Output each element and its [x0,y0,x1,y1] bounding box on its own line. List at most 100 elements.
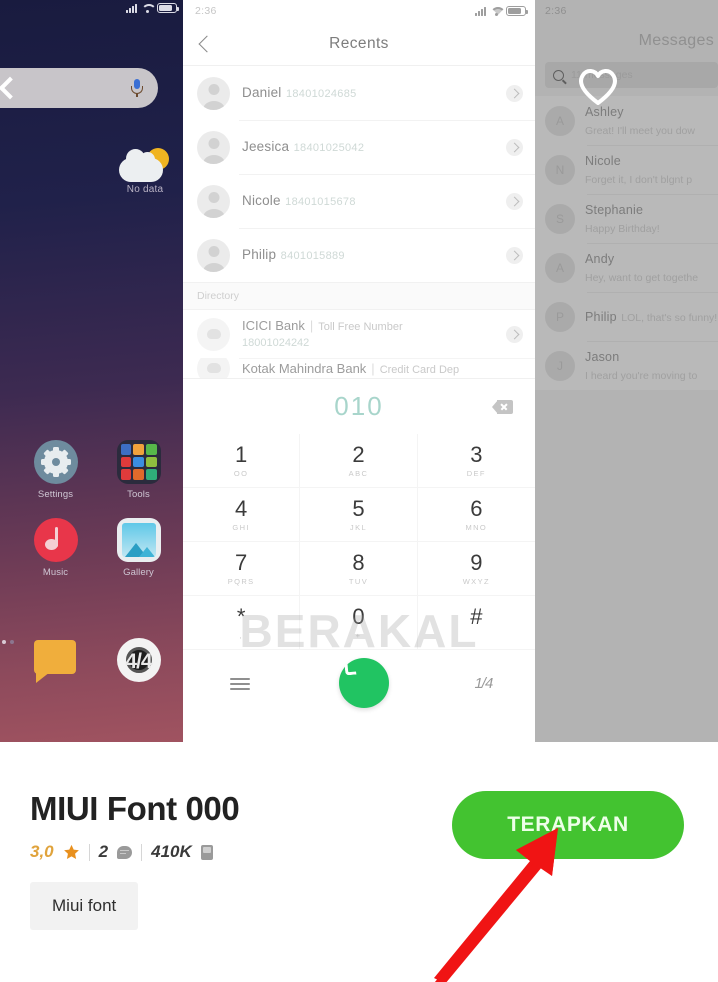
key-digit: 5 [352,495,365,521]
dialer-header: Recents [183,22,535,66]
tag-chip[interactable]: Miui font [30,882,139,930]
dialed-number: 010 [334,391,384,421]
dialpad-key-4[interactable]: 4 GHI [183,488,301,542]
org-title-row: ICICI Bank | Toll Free Number [242,318,506,333]
org-name: Kotak Mahindra Bank [242,360,367,376]
meta-row: 3,0 2 410K [30,842,213,862]
hamburger-menu-icon[interactable] [226,671,254,695]
dialpad-key-hash[interactable]: # [417,596,535,650]
list-item[interactable]: ICICI Bank | Toll Free Number 1800102424… [183,310,535,358]
screenshot-root: No data Settings Tools Music Gallery 4/4… [0,0,718,982]
message-thread-list: A Ashley Great! I'll meet you dow N Nico… [535,96,718,390]
list-item[interactable]: P Philip LOL, that's so funny! [535,292,718,341]
dialer-status-bar: 2:36 [183,0,535,22]
key-digit: 3 [470,441,483,467]
dialpad-key-0[interactable]: 0 + [300,596,418,650]
page-title: MIUI Font 000 [30,790,240,827]
dialed-number-display: 010 [183,378,535,434]
avatar: J [545,350,575,381]
dialpad-key-9[interactable]: 9 WXYZ [417,542,535,596]
list-item[interactable]: N Nicole Forget it, I don't blgnt p [535,145,718,194]
signal-icon [475,6,486,16]
list-item[interactable]: A Andy Hey, want to get togethe [535,243,718,292]
messages-panel: 2:36 Messages 11 messages A Ashley Great… [535,0,718,742]
app-gallery[interactable]: Gallery [97,518,180,578]
chevron-right-icon[interactable] [506,138,523,156]
avatar: P [545,301,575,332]
app-row-2: Music Gallery [0,518,183,596]
home-app-grid: Settings Tools Music Gallery 4/4 [0,440,183,705]
back-button[interactable] [195,35,213,53]
app-camera[interactable]: 4/4 [97,638,180,687]
recents-list: Daniel 18401024685 Jeesica 18401025042 N… [183,66,535,282]
key-letters: DEF [466,468,486,478]
list-item[interactable]: Philip 8401015889 [183,228,535,282]
wifi-icon [141,4,153,13]
message-bubble-icon [33,638,78,683]
backspace-icon[interactable] [492,399,513,414]
apply-button[interactable]: TERAPKAN [452,791,684,859]
battery-icon [506,6,528,16]
app-row-1: Settings Tools [0,440,183,518]
messages-header: Messages [535,22,718,60]
camera-overlay-count: 4/4 [125,650,152,673]
chevron-left-icon[interactable] [0,78,16,98]
org-number: 18001024242 [242,336,310,349]
app-tools[interactable]: Tools [97,440,180,500]
home-search-bar[interactable] [0,68,158,108]
org-kind: Toll Free Number [318,320,403,333]
contact-name: Jeesica [242,139,290,154]
key-digit: # [470,603,483,629]
thread-preview: LOL, that's so funny! [621,311,718,324]
thread-preview: Happy Birthday! [585,222,660,235]
divider [141,843,143,861]
chevron-right-icon[interactable] [506,325,523,343]
key-letters: ABC [348,468,369,478]
key-digit: 6 [470,495,483,521]
microphone-icon[interactable] [130,78,144,98]
list-item[interactable]: J Jason I heard you're moving to [535,341,718,390]
dialpad-key-1[interactable]: 1 OO [183,434,301,488]
messages-status-bar: 2:36 [535,0,718,22]
dialpad-key-star[interactable]: * , [183,596,301,650]
list-item[interactable]: Jeesica 18401025042 [183,120,535,174]
list-item[interactable]: Daniel 18401024685 [183,66,535,120]
app-settings[interactable]: Settings [14,440,97,500]
thread-name: Philip [585,309,617,324]
list-item[interactable]: Kotak Mahindra Bank | Credit Card Dep [183,358,535,378]
key-digit: 0 [352,603,365,629]
camera-icon: 4/4 [116,638,161,682]
partly-cloudy-icon [119,148,171,182]
weather-widget[interactable]: No data [110,148,180,195]
chevron-right-icon[interactable] [506,84,523,102]
dialpad-key-5[interactable]: 5 JKL [300,488,418,542]
dialpad-key-3[interactable]: 3 DEF [417,434,535,488]
dialpad-key-6[interactable]: 6 MNO [417,488,535,542]
search-input[interactable]: 11 messages [545,62,718,88]
dialpad-key-2[interactable]: 2 ABC [300,434,418,488]
org-avatar [197,317,230,351]
list-item[interactable]: Nicole 18401015678 [183,174,535,228]
org-kind: Credit Card Dep [379,363,460,376]
avatar [197,130,230,164]
app-label: Tools [127,489,150,500]
list-item[interactable]: S Stephanie Happy Birthday! [535,194,718,243]
key-digit: * [236,603,246,629]
app-music[interactable]: Music [14,518,97,578]
status-time: 2:36 [545,5,567,17]
chevron-right-icon[interactable] [506,246,523,264]
directory-section-header: Directory [183,282,535,310]
messages-search-wrap: 11 messages [535,60,718,96]
search-icon [553,69,564,81]
app-label: Music [42,567,69,578]
dialpad-key-8[interactable]: 8 TUV [300,542,418,596]
key-letters: JKL [349,522,368,532]
sim-selector-label[interactable]: 1/4 [474,675,493,692]
app-messaging[interactable] [14,638,97,687]
key-digit: 7 [235,549,248,575]
dialpad-key-7[interactable]: 7 PQRS [183,542,301,596]
avatar: N [545,154,575,185]
phone-call-icon[interactable] [339,658,390,708]
chevron-right-icon[interactable] [506,192,523,210]
list-item[interactable]: A Ashley Great! I'll meet you dow [535,96,718,145]
